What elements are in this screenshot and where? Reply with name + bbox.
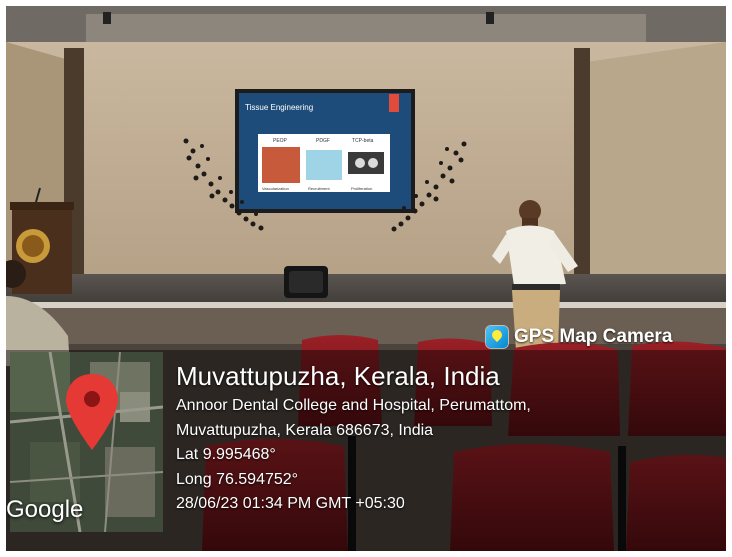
projector-screen: Tissue Engineering PEOP PDGF TCP-beta Va… <box>235 89 415 213</box>
stage-speaker <box>284 266 328 298</box>
location-title: Muvattupuzha, Kerala, India <box>176 361 500 391</box>
slide-label-3: TCP-beta <box>352 138 374 144</box>
timestamp: 28/06/23 01:34 PM GMT +05:30 <box>176 495 405 512</box>
slide-caption-2: Recruitment <box>308 186 330 191</box>
gps-map-camera-badge: GPS Map Camera <box>486 322 672 352</box>
photo-frame: Tissue Engineering PEOP PDGF TCP-beta Va… <box>6 6 726 551</box>
slide-label-2: PDGF <box>316 138 330 144</box>
address-line-1: Annoor Dental College and Hospital, Peru… <box>176 397 531 414</box>
longitude: Long 76.594752° <box>176 470 299 488</box>
location-info: Muvattupuzha, Kerala, India Annoor Denta… <box>176 358 716 517</box>
gps-map-camera-label: GPS Map Camera <box>514 326 673 347</box>
map-google-watermark: Google <box>6 496 84 523</box>
slide-caption-1: Vascularization <box>262 186 289 191</box>
slide-title: Tissue Engineering <box>245 103 313 112</box>
address-line-2: Muvattupuzha, Kerala 686673, India <box>176 421 434 439</box>
map-pin-app-icon <box>486 326 508 348</box>
latitude: Lat 9.995468° <box>176 446 276 463</box>
slide-caption-3: Proliferation <box>351 186 372 191</box>
slide-label-1: PEOP <box>273 138 288 144</box>
